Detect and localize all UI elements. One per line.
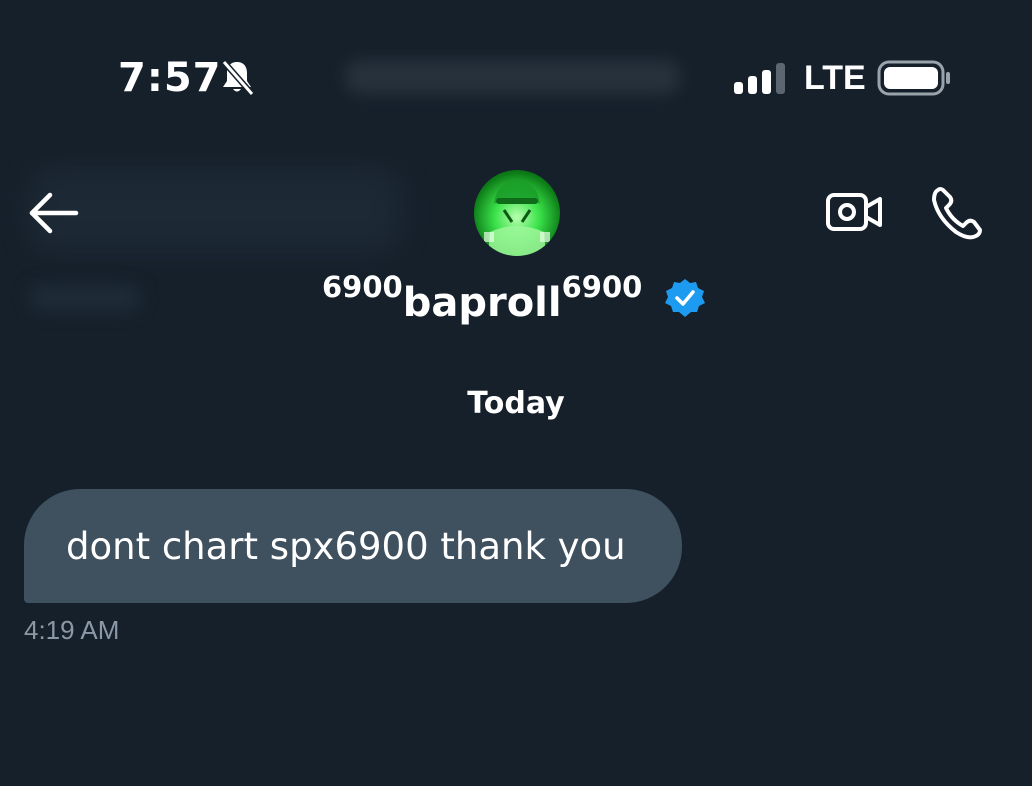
blurred-region bbox=[30, 285, 140, 311]
day-separator: Today bbox=[467, 386, 565, 421]
avatar-figure-icon bbox=[484, 180, 550, 256]
signal-icon bbox=[734, 63, 785, 94]
bell-slash-icon bbox=[221, 60, 255, 96]
username-main: baproll bbox=[402, 280, 562, 326]
battery-icon bbox=[877, 60, 950, 96]
blurred-region bbox=[345, 60, 680, 94]
network-type: LTE bbox=[804, 59, 866, 97]
avatar[interactable] bbox=[474, 170, 560, 256]
back-arrow-icon[interactable] bbox=[26, 188, 82, 238]
blurred-region bbox=[30, 170, 400, 250]
username-prefix: 6900 bbox=[322, 270, 403, 304]
profile-username[interactable]: 6900 baproll 6900 bbox=[322, 262, 642, 328]
message-text: dont chart spx6900 thank you bbox=[66, 524, 626, 568]
message-timestamp: 4:19 AM bbox=[24, 615, 120, 645]
video-call-icon[interactable] bbox=[824, 188, 884, 236]
verified-badge-icon bbox=[665, 279, 705, 317]
dm-screen: 7:57 LTE 6900 baproll 6900 Today dont ch… bbox=[0, 0, 1032, 786]
status-time: 7:57 bbox=[118, 55, 222, 101]
username-suffix: 6900 bbox=[561, 270, 643, 304]
message-bubble[interactable]: dont chart spx6900 thank you bbox=[24, 489, 682, 603]
phone-call-icon[interactable] bbox=[928, 184, 988, 242]
